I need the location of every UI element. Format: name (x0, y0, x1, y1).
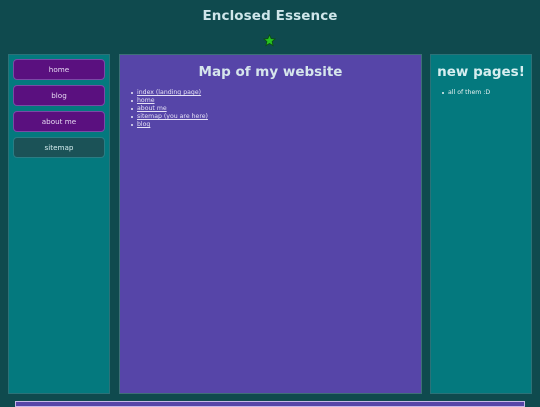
sitemap-link-index[interactable]: index (landing page) (137, 89, 201, 96)
list-item: blog (131, 121, 208, 129)
sitemap-link-about-me[interactable]: about me (137, 105, 167, 112)
right-sidebar: new pages! all of them :D (430, 54, 532, 394)
star-icon (263, 34, 276, 47)
sitemap-link-sitemap[interactable]: sitemap (you are here) (137, 113, 208, 120)
list-item: all of them :D (441, 89, 491, 96)
sitemap-link-blog[interactable]: blog (137, 121, 150, 128)
list-item: about me (131, 105, 208, 113)
nav-blog-button[interactable]: blog (13, 85, 105, 106)
list-item: home (131, 97, 208, 105)
page-title: Map of my website (198, 64, 343, 80)
nav-home-button[interactable]: home (13, 59, 105, 80)
sitemap-link-home[interactable]: home (137, 97, 155, 104)
site-title: Enclosed Essence (202, 8, 338, 24)
nav-sitemap-button[interactable]: sitemap (13, 137, 105, 158)
sitemap-list: index (landing page) home about me sitem… (131, 89, 208, 129)
list-item: sitemap (you are here) (131, 113, 208, 121)
left-sidebar: home blog about me sitemap (8, 54, 110, 394)
new-pages-list: all of them :D (441, 89, 491, 97)
list-item: index (landing page) (131, 89, 208, 97)
nav-about-me-button[interactable]: about me (13, 111, 105, 132)
footer-panel (15, 401, 525, 407)
new-pages-title: new pages! (437, 64, 525, 80)
site-header: Enclosed Essence (0, 0, 540, 52)
main-panel: Map of my website index (landing page) h… (119, 54, 422, 394)
